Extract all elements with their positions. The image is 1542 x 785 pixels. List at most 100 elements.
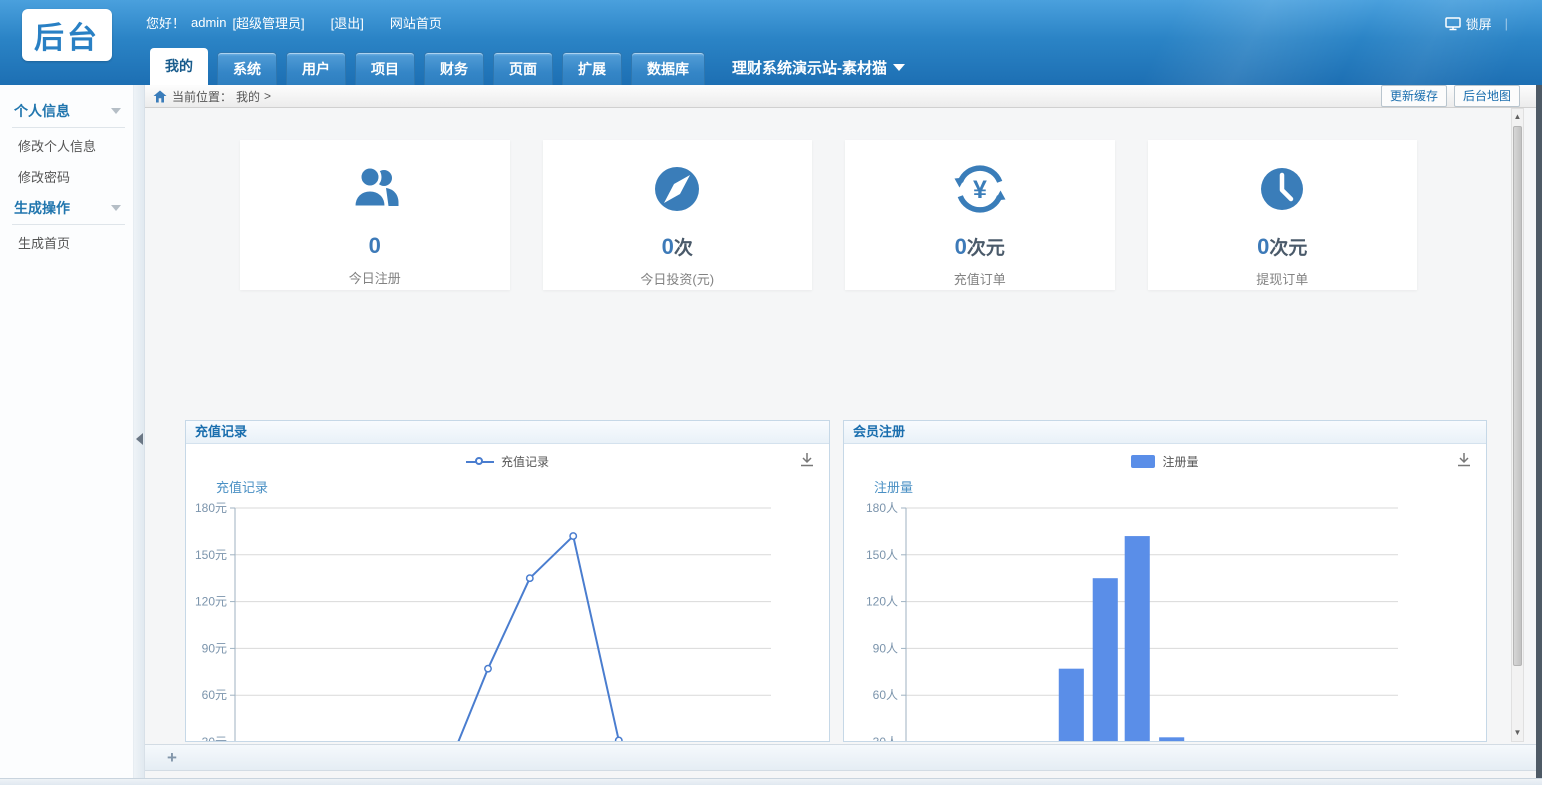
svg-text:60元: 60元 (202, 688, 227, 702)
tab-my[interactable]: 我的 (150, 48, 208, 85)
panel-member-registration: 会员注册 注册量 注册量 180人 150人 120人 90人 60人 30人 (843, 420, 1487, 742)
svg-text:90人: 90人 (873, 641, 898, 655)
download-icon[interactable] (1456, 452, 1472, 472)
monitor-icon (1445, 17, 1461, 31)
breadcrumb-bar: 当前位置： 我的 > 更新缓存 后台地图 (145, 85, 1536, 108)
panel-title: 会员注册 (844, 421, 1486, 444)
svg-text:60人: 60人 (873, 688, 898, 702)
tab-users[interactable]: 用户 (286, 52, 346, 85)
stat-unit: 次 (674, 238, 693, 259)
sidebar-section-personal-info[interactable]: 个人信息 (12, 93, 125, 128)
svg-text:150人: 150人 (866, 548, 898, 562)
stat-card-investment: 0次 今日投资(元) (543, 140, 813, 290)
header-sheen (875, 0, 1542, 85)
stat-card-registrations: 0 今日注册 (240, 140, 510, 290)
scrollbar-thumb[interactable] (1513, 126, 1522, 666)
stat-cards-row: 0 今日注册 0次 今日投资(元) ¥ (240, 140, 1417, 290)
bar-legend-marker-icon (1131, 455, 1155, 468)
tab-finance[interactable]: 财务 (424, 52, 484, 85)
stat-value: 0 (955, 234, 967, 259)
clock-icon (1254, 161, 1310, 217)
footer-strip (0, 778, 1542, 785)
svg-text:180人: 180人 (866, 501, 898, 515)
line-legend-marker-icon (466, 461, 494, 463)
users-icon (346, 161, 404, 217)
lock-screen-label: 锁屏 (1466, 14, 1492, 33)
sidebar-collapse-arrow[interactable] (136, 433, 143, 445)
breadcrumb-separator: > (264, 89, 271, 103)
panel-title: 充值记录 (186, 421, 829, 444)
svg-text:30人: 30人 (873, 735, 898, 742)
add-tab-button[interactable]: + (167, 749, 177, 766)
site-map-button[interactable]: 后台地图 (1454, 85, 1520, 107)
tab-projects[interactable]: 项目 (355, 52, 415, 85)
scroll-down-arrow-icon[interactable]: ▼ (1512, 726, 1523, 740)
window-edge (1536, 85, 1542, 779)
y-axis-title: 注册量 (874, 477, 913, 496)
stat-label: 今日投资(元) (543, 269, 813, 288)
site-home-link[interactable]: 网站首页 (390, 13, 442, 32)
divider: | (1505, 16, 1508, 31)
site-title-dropdown[interactable]: 理财系统演示站-素材猫 (732, 57, 905, 78)
svg-text:180元: 180元 (195, 501, 227, 515)
chevron-down-icon (111, 108, 121, 114)
stat-label: 提现订单 (1148, 269, 1418, 288)
tab-system[interactable]: 系统 (217, 52, 277, 85)
logout-link[interactable]: [退出] (331, 13, 364, 32)
stat-label: 今日注册 (240, 268, 510, 287)
sidebar-item-edit-profile[interactable]: 修改个人信息 (12, 128, 125, 159)
chevron-down-icon (111, 205, 121, 211)
svg-text:150元: 150元 (195, 548, 227, 562)
admin-dashboard-page: 后台 您好！ admin [超级管理员] [退出] 网站首页 锁屏 | 我的 系统… (0, 0, 1542, 785)
username: admin (191, 15, 226, 30)
sidebar-section-generate[interactable]: 生成操作 (12, 190, 125, 225)
legend-label: 注册量 (1162, 453, 1198, 470)
lock-screen-button[interactable]: 锁屏 | (1445, 14, 1508, 33)
main-tabs: 我的 系统 用户 项目 财务 页面 扩展 数据库 理财系统演示站-素材猫 (150, 48, 905, 85)
svg-text:90元: 90元 (202, 641, 227, 655)
stat-value: 0 (369, 233, 381, 258)
breadcrumb-current[interactable]: 我的 (236, 88, 260, 105)
legend-recharge[interactable]: 充值记录 (186, 453, 829, 470)
sidebar-gutter (133, 85, 145, 779)
svg-text:120人: 120人 (866, 595, 898, 609)
stat-card-recharge-orders: ¥ 0次元 充值订单 (845, 140, 1115, 290)
compass-icon (649, 161, 705, 217)
legend-label: 充值记录 (501, 453, 549, 470)
tab-pages[interactable]: 页面 (493, 52, 553, 85)
stat-value: 0 (1257, 234, 1269, 259)
site-title-label: 理财系统演示站-素材猫 (732, 57, 887, 78)
sidebar-item-change-password[interactable]: 修改密码 (12, 159, 125, 190)
user-role: [超级管理员] (232, 13, 304, 32)
svg-text:¥: ¥ (973, 176, 987, 204)
user-bar: 您好！ admin [超级管理员] [退出] 网站首页 (146, 13, 442, 32)
scroll-up-arrow-icon[interactable]: ▲ (1512, 110, 1523, 124)
update-cache-button[interactable]: 更新缓存 (1381, 85, 1447, 107)
panel-recharge-records: 充值记录 充值记录 充值记录 180元 150元 120元 90元 60元 30元 (185, 420, 830, 742)
breadcrumb-label: 当前位置： (172, 88, 232, 105)
stat-unit: 次元 (967, 238, 1005, 259)
greeting-text: 您好！ (146, 13, 185, 32)
yen-circle-icon: ¥ (952, 161, 1008, 217)
section-title-label: 生成操作 (14, 198, 70, 218)
stat-unit: 次元 (1269, 238, 1307, 259)
stat-value: 0 (662, 234, 674, 259)
vertical-scrollbar[interactable]: ▲ ▼ (1511, 108, 1524, 742)
section-title-label: 个人信息 (14, 101, 70, 121)
svg-text:30元: 30元 (202, 735, 227, 742)
tab-extensions[interactable]: 扩展 (562, 52, 622, 85)
bottom-tab-bar: + (145, 744, 1536, 771)
top-header: 后台 您好！ admin [超级管理员] [退出] 网站首页 锁屏 | 我的 系统… (0, 0, 1542, 85)
y-axis-title: 充值记录 (216, 477, 268, 496)
sidebar-item-generate-homepage[interactable]: 生成首页 (12, 225, 125, 256)
legend-registrations[interactable]: 注册量 (844, 453, 1486, 470)
home-icon (153, 90, 167, 103)
logo[interactable]: 后台 (22, 9, 112, 61)
chevron-down-icon (893, 64, 905, 71)
stat-label: 充值订单 (845, 269, 1115, 288)
tab-database[interactable]: 数据库 (631, 52, 705, 85)
svg-text:120元: 120元 (195, 595, 227, 609)
stat-card-withdraw-orders: 0次元 提现订单 (1148, 140, 1418, 290)
sidebar: 个人信息 修改个人信息 修改密码 生成操作 生成首页 (0, 85, 133, 779)
download-icon[interactable] (799, 452, 815, 472)
